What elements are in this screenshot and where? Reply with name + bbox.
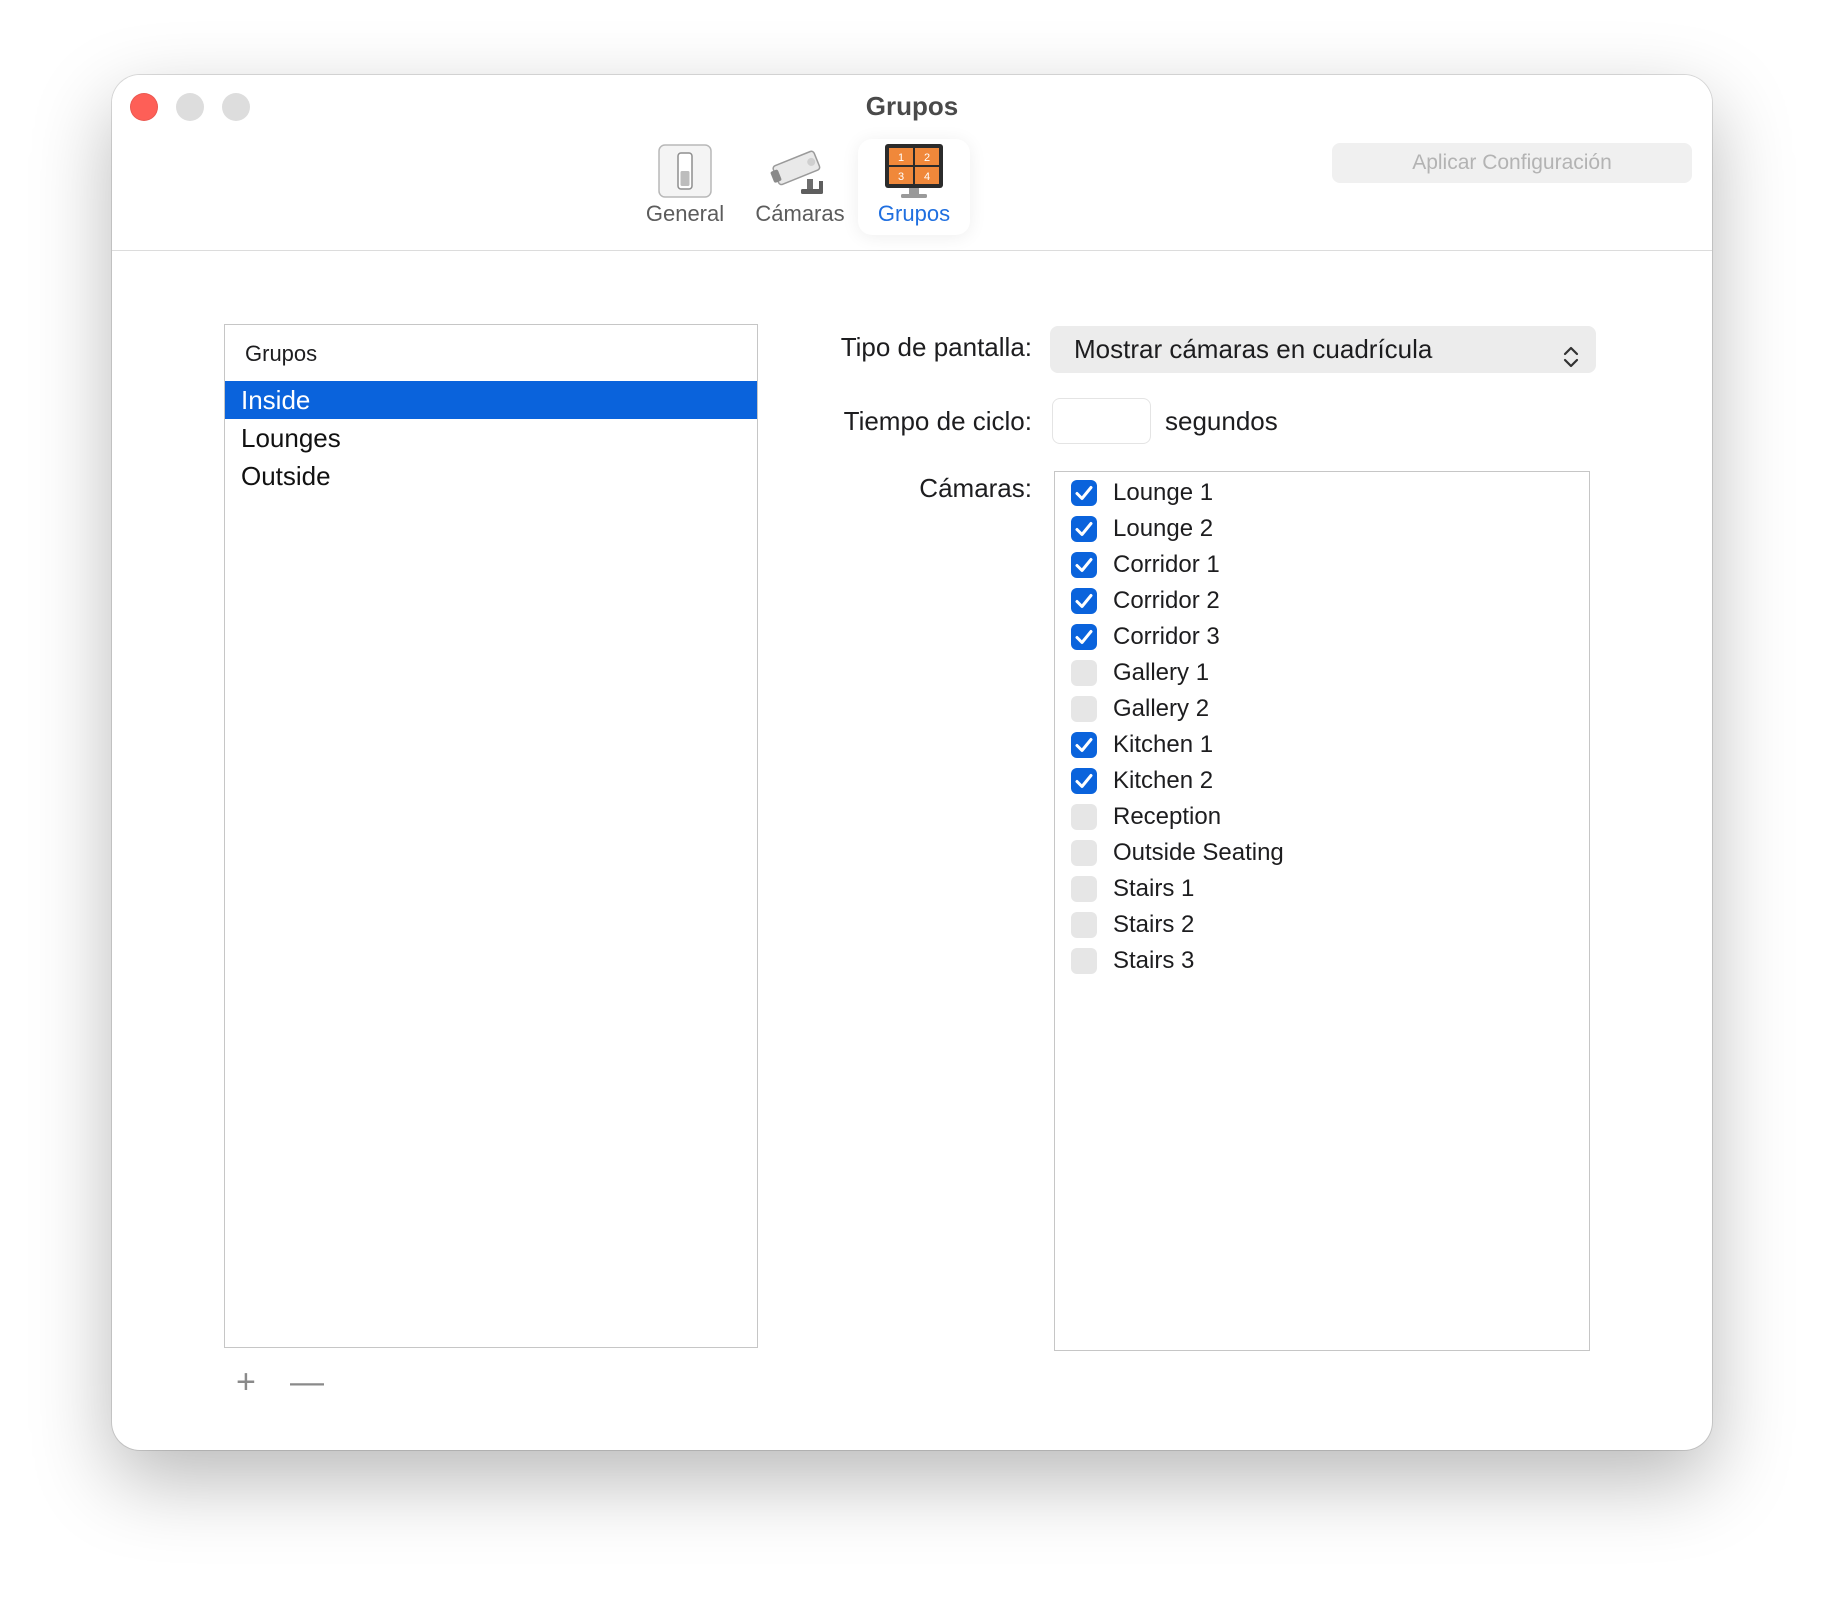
- camera-row[interactable]: Stairs 1: [1071, 874, 1551, 904]
- switch-icon: [657, 143, 713, 204]
- camera-label: Gallery 1: [1113, 659, 1210, 686]
- checkbox-checked[interactable]: [1071, 768, 1097, 794]
- checkmark-icon: [1071, 630, 1097, 654]
- checkbox-unchecked[interactable]: [1071, 840, 1097, 866]
- group-item-outside[interactable]: Outside: [225, 457, 757, 495]
- camera-row[interactable]: Stairs 2: [1071, 910, 1551, 940]
- checkbox-checked[interactable]: [1071, 516, 1097, 542]
- grid-digit-3: 3: [898, 171, 904, 183]
- cameras-label: Cámaras:: [919, 473, 1032, 503]
- checkmark-icon: [1071, 486, 1097, 510]
- camera-label: Corridor 1: [1113, 551, 1220, 578]
- checkbox-unchecked[interactable]: [1071, 912, 1097, 938]
- checkbox-unchecked[interactable]: [1071, 876, 1097, 902]
- camera-row[interactable]: Outside Seating: [1071, 838, 1551, 868]
- grid-digit-1: 1: [898, 152, 904, 164]
- grid-digit-4: 4: [924, 171, 930, 183]
- checkmark-icon: [1071, 738, 1097, 762]
- camera-row[interactable]: Kitchen 2: [1071, 766, 1551, 796]
- cycle-time-unit: segundos: [1165, 406, 1278, 436]
- tab-groups[interactable]: 1 2 3 4 Grupos: [858, 139, 970, 235]
- remove-group-button[interactable]: —: [290, 1365, 324, 1399]
- apply-settings-button[interactable]: Aplicar Configuración: [1332, 143, 1692, 183]
- camera-row[interactable]: Lounge 2: [1071, 514, 1551, 544]
- camera-label: Reception: [1113, 803, 1222, 830]
- chevron-updown-icon: [1562, 337, 1580, 384]
- tab-cameras[interactable]: Cámaras: [744, 139, 856, 235]
- camera-row[interactable]: Gallery 1: [1071, 658, 1551, 688]
- camera-label: Lounge 1: [1113, 479, 1214, 506]
- camera-row[interactable]: Corridor 1: [1071, 550, 1551, 580]
- camera-label: Corridor 2: [1113, 587, 1220, 614]
- groups-list[interactable]: Grupos Inside Lounges Outside: [224, 324, 758, 1348]
- cameras-list[interactable]: Lounge 1 Lounge 2 Corridor 1 Corridor 2 Corr…: [1054, 471, 1590, 1351]
- preferences-window: Grupos General Cámaras 1 2 3 4 Grupos Ap…: [112, 75, 1712, 1450]
- checkmark-icon: [1071, 774, 1097, 798]
- camera-label: Kitchen 2: [1113, 767, 1214, 794]
- cycle-time-label: Tiempo de ciclo:: [843, 406, 1032, 436]
- camera-row[interactable]: Corridor 2: [1071, 586, 1551, 616]
- tab-general[interactable]: General: [629, 139, 741, 235]
- camera-row[interactable]: Stairs 3: [1071, 946, 1551, 976]
- checkbox-unchecked[interactable]: [1071, 660, 1097, 686]
- camera-label: Stairs 3: [1113, 947, 1195, 974]
- checkbox-unchecked[interactable]: [1071, 696, 1097, 722]
- toolbar: Grupos General Cámaras 1 2 3 4 Grupos Ap…: [112, 75, 1712, 251]
- grid-monitor-icon: 1 2 3 4: [884, 143, 944, 206]
- tab-cameras-label: Cámaras: [755, 201, 845, 226]
- groups-list-header: Grupos: [245, 341, 318, 366]
- tab-groups-label: Grupos: [877, 201, 951, 226]
- camera-label: Lounge 2: [1113, 515, 1214, 542]
- display-type-value: Mostrar cámaras en cuadrícula: [1074, 334, 1433, 364]
- checkbox-checked[interactable]: [1071, 480, 1097, 506]
- camera-label: Gallery 2: [1113, 695, 1210, 722]
- display-type-label: Tipo de pantalla:: [840, 332, 1032, 362]
- checkmark-icon: [1071, 522, 1097, 546]
- group-item-lounges[interactable]: Lounges: [225, 419, 757, 457]
- camera-row[interactable]: Kitchen 1: [1071, 730, 1551, 760]
- cycle-time-field[interactable]: [1052, 398, 1151, 444]
- camera-row[interactable]: Corridor 3: [1071, 622, 1551, 652]
- checkmark-icon: [1071, 558, 1097, 582]
- camera-row[interactable]: Lounge 1: [1071, 478, 1551, 508]
- camera-row[interactable]: Gallery 2: [1071, 694, 1551, 724]
- checkmark-icon: [1071, 594, 1097, 618]
- checkbox-checked[interactable]: [1071, 588, 1097, 614]
- camera-label: Stairs 2: [1113, 911, 1195, 938]
- checkbox-unchecked[interactable]: [1071, 948, 1097, 974]
- checkbox-checked[interactable]: [1071, 552, 1097, 578]
- camera-label: Outside Seating: [1113, 839, 1284, 866]
- checkbox-checked[interactable]: [1071, 732, 1097, 758]
- tab-general-label: General: [645, 201, 725, 226]
- camera-label: Stairs 1: [1113, 875, 1195, 902]
- grid-digit-2: 2: [924, 152, 930, 164]
- window-title: Grupos: [865, 91, 959, 121]
- security-camera-icon: [769, 143, 831, 204]
- checkbox-checked[interactable]: [1071, 624, 1097, 650]
- checkbox-unchecked[interactable]: [1071, 804, 1097, 830]
- camera-label: Corridor 3: [1113, 623, 1220, 650]
- camera-label: Kitchen 1: [1113, 731, 1214, 758]
- add-group-button[interactable]: +: [236, 1365, 256, 1399]
- display-type-select[interactable]: Mostrar cámaras en cuadrícula: [1050, 326, 1596, 373]
- camera-row[interactable]: Reception: [1071, 802, 1551, 832]
- group-item-inside[interactable]: Inside: [225, 381, 757, 419]
